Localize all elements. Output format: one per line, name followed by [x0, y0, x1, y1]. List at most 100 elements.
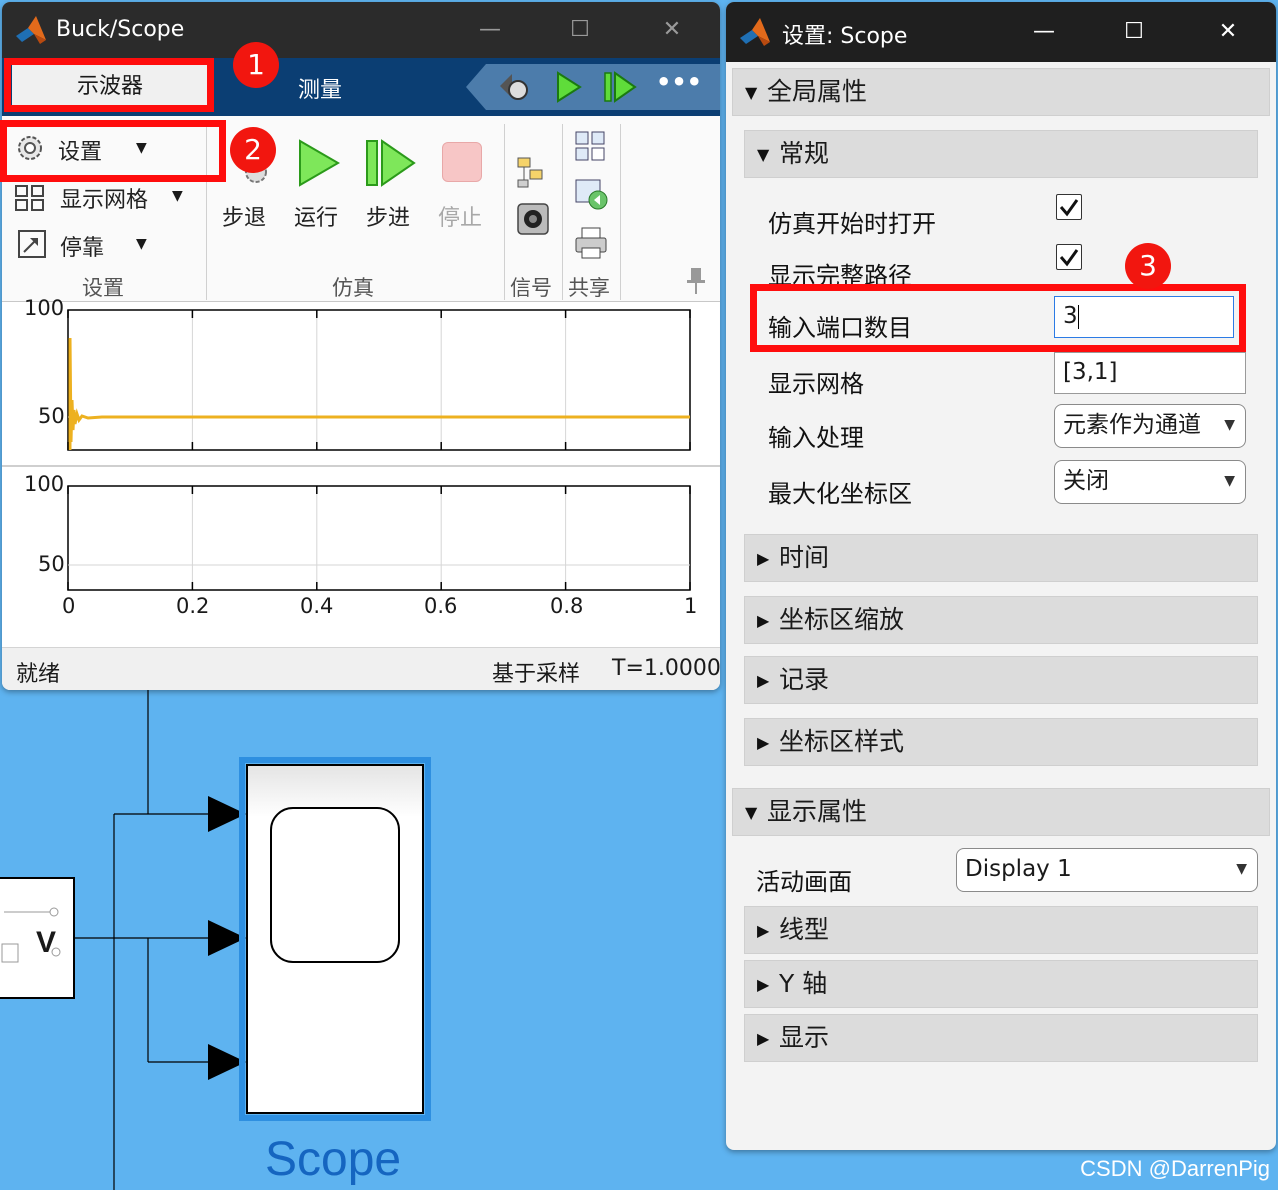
- close-button[interactable]: ✕: [1208, 14, 1248, 50]
- status-ready: 就绪: [16, 662, 61, 687]
- collapsed-triangle-icon: ▶: [757, 611, 770, 630]
- print-icon[interactable]: [574, 226, 610, 260]
- scope-window-title: Buck/Scope: [56, 17, 185, 42]
- section-axes-style[interactable]: ▶ 坐标区样式: [744, 718, 1258, 766]
- xtick-0.8: 0.8: [550, 594, 584, 618]
- scope-axes: [2, 309, 720, 591]
- settings-titlebar: 设置: Scope — ☐ ✕: [726, 2, 1276, 62]
- section-line-style[interactable]: ▶ 线型: [744, 906, 1258, 954]
- tab-measure[interactable]: 测量: [298, 72, 342, 104]
- xtick-1: 1: [684, 594, 698, 618]
- section-time[interactable]: ▶ 时间: [744, 534, 1258, 582]
- plot2-ytick-50: 50: [38, 552, 65, 576]
- run-button[interactable]: 运行: [294, 200, 338, 232]
- active-display-dropdown[interactable]: Display 1 ▼: [956, 848, 1258, 892]
- stop-icon: [442, 142, 482, 182]
- step-forward-icon: [366, 139, 416, 187]
- voltage-sensor-label: V: [36, 926, 57, 959]
- camera-icon[interactable]: [516, 202, 550, 236]
- dock-icon: [18, 230, 46, 258]
- maximize-button[interactable]: ☐: [560, 12, 600, 48]
- close-button[interactable]: ✕: [652, 12, 692, 48]
- xtick-0.4: 0.4: [300, 594, 334, 618]
- plot2-ytick-100: 100: [24, 472, 65, 496]
- section-display-properties[interactable]: ▼ 显示属性: [732, 788, 1270, 836]
- annotation-box-3: [750, 284, 1246, 352]
- scope-plot-area: 100 50 100 50 0 0.2 0.4 0.6 0.8 1: [2, 296, 720, 647]
- layout-field[interactable]: [3,1]: [1054, 352, 1246, 394]
- section-axes-scaling[interactable]: ▶ 坐标区缩放: [744, 596, 1258, 644]
- share-group-label: 共享: [568, 276, 610, 300]
- collapsed-triangle-icon: ▶: [757, 733, 770, 752]
- annotation-box-2: [0, 120, 226, 182]
- simulation-group-label: 仿真: [332, 276, 374, 300]
- annotation-marker-3: 3: [1125, 243, 1171, 289]
- annotation-marker-2: 2: [230, 127, 276, 173]
- chevron-down-icon: ▼: [1236, 861, 1247, 877]
- expand-triangle-icon: ▼: [757, 145, 770, 164]
- ribbon-separator: [620, 124, 621, 300]
- pin-icon[interactable]: [684, 266, 708, 296]
- layout-label: 显示网格: [768, 370, 864, 398]
- dock-button[interactable]: 停靠: [60, 230, 104, 262]
- xtick-0.6: 0.6: [424, 594, 458, 618]
- export-icon[interactable]: [574, 178, 610, 212]
- signal-hierarchy-icon[interactable]: [516, 156, 548, 188]
- open-at-start-checkbox[interactable]: [1056, 194, 1082, 220]
- watermark: CSDN @DarrenPig: [1080, 1156, 1270, 1181]
- collapsed-triangle-icon: ▶: [757, 975, 770, 994]
- status-time: T=1.0000: [612, 656, 720, 681]
- chevron-down-icon: ▼: [1218, 405, 1235, 445]
- status-sample-mode: 基于采样: [492, 662, 581, 687]
- minimize-button[interactable]: —: [1024, 14, 1064, 50]
- run-quick-icon[interactable]: [554, 70, 584, 104]
- chevron-down-icon[interactable]: ▼: [172, 188, 183, 204]
- scope-titlebar: Buck/Scope — ☐ ✕: [2, 2, 720, 58]
- checkmark-icon: [1059, 249, 1079, 267]
- open-at-start-label: 仿真开始时打开: [768, 210, 936, 238]
- input-processing-label: 输入处理: [768, 424, 864, 452]
- input-processing-dropdown[interactable]: 元素作为通道 ▼: [1054, 404, 1246, 448]
- minimize-button[interactable]: —: [470, 12, 510, 48]
- matlab-logo-icon: [740, 18, 770, 46]
- collapsed-triangle-icon: ▶: [757, 1029, 770, 1048]
- collapsed-triangle-icon: ▶: [757, 549, 770, 568]
- ribbon-separator: [504, 124, 505, 300]
- step-forward-quick-icon[interactable]: [602, 70, 638, 104]
- maximize-axes-label: 最大化坐标区: [768, 480, 912, 508]
- step-forward-button[interactable]: 步进: [366, 200, 410, 232]
- step-back-quick-icon[interactable]: [498, 70, 532, 104]
- scope-block-label[interactable]: Scope: [265, 1132, 401, 1187]
- annotation-marker-1: 1: [233, 42, 279, 88]
- layout-button[interactable]: 显示网格: [60, 182, 148, 214]
- plot1-ytick-50: 50: [38, 404, 65, 428]
- step-back-button[interactable]: 步退: [222, 200, 266, 232]
- annotation-box-1: [4, 58, 214, 112]
- more-icon[interactable]: •••: [656, 68, 702, 96]
- section-global-properties[interactable]: ▼ 全局属性: [732, 68, 1270, 116]
- copy-layout-icon[interactable]: [574, 130, 608, 164]
- section-logging[interactable]: ▶ 记录: [744, 656, 1258, 704]
- section-y-axis[interactable]: ▶ Y 轴: [744, 960, 1258, 1008]
- maximize-button[interactable]: ☐: [1114, 14, 1154, 50]
- expand-triangle-icon: ▼: [745, 803, 758, 822]
- scope-statusbar: 就绪 基于采样 T=1.0000: [2, 647, 720, 690]
- show-full-path-checkbox[interactable]: [1056, 244, 1082, 270]
- matlab-logo-icon: [16, 16, 46, 44]
- settings-group-label: 设置: [82, 276, 124, 300]
- chevron-down-icon[interactable]: ▼: [136, 236, 147, 252]
- collapsed-triangle-icon: ▶: [757, 921, 770, 940]
- section-display[interactable]: ▶ 显示: [744, 1014, 1258, 1062]
- collapsed-triangle-icon: ▶: [757, 671, 770, 690]
- settings-window: 设置: Scope — ☐ ✕ ▼ 全局属性 ▼ 常规 仿真开始时打开 显示完整…: [726, 2, 1276, 1150]
- checkmark-icon: [1059, 199, 1079, 217]
- chevron-down-icon: ▼: [1224, 473, 1235, 489]
- stop-button[interactable]: 停止: [438, 200, 482, 232]
- ribbon-separator: [562, 124, 563, 300]
- grid-icon: [15, 185, 44, 211]
- section-general[interactable]: ▼ 常规: [744, 130, 1258, 178]
- scope-screen-icon: [270, 807, 400, 963]
- xtick-0: 0: [62, 594, 76, 618]
- maximize-axes-dropdown[interactable]: 关闭 ▼: [1054, 460, 1246, 504]
- signal-group-label: 信号: [510, 276, 552, 300]
